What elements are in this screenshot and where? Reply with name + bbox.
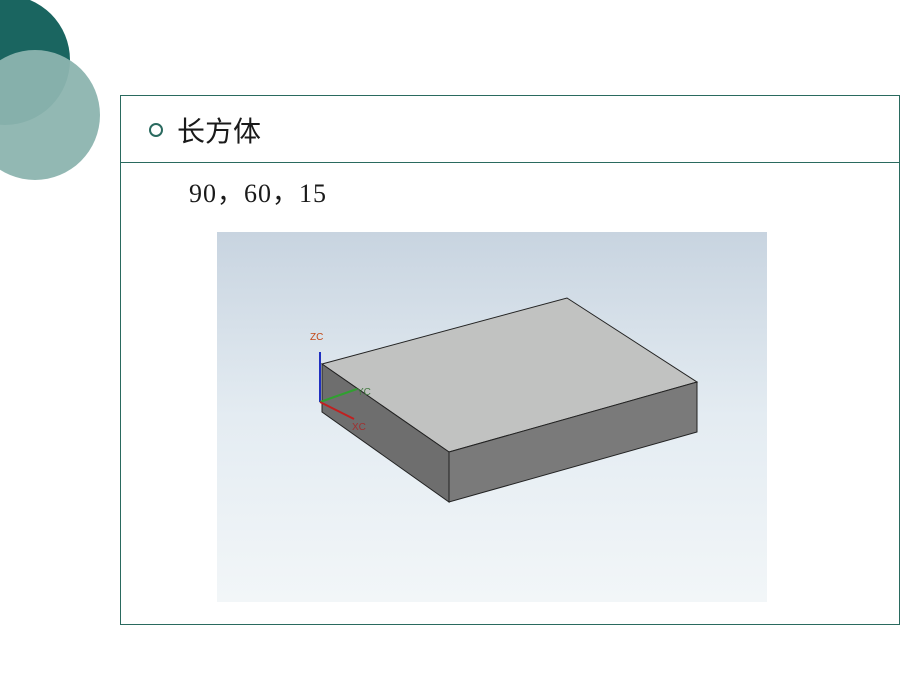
bullet-heading-row: 长方体 bbox=[121, 96, 899, 163]
x-axis-line bbox=[320, 402, 354, 419]
bullet-title-text: 长方体 bbox=[177, 110, 261, 150]
slide-decoration bbox=[0, 0, 140, 180]
bullet-circle-icon bbox=[149, 123, 163, 137]
axis-label-xc: XC bbox=[352, 422, 366, 433]
content-frame: 长方体 90，60，15 ZC YC XC bbox=[120, 95, 900, 625]
axis-label-yc: YC bbox=[357, 387, 371, 398]
axis-label-zc: ZC bbox=[310, 332, 323, 343]
y-axis-line bbox=[320, 389, 357, 402]
dimensions-label: 90，60，15 bbox=[121, 163, 899, 210]
decoration-circle-light bbox=[0, 50, 100, 180]
cad-viewport: ZC YC XC bbox=[217, 232, 767, 602]
